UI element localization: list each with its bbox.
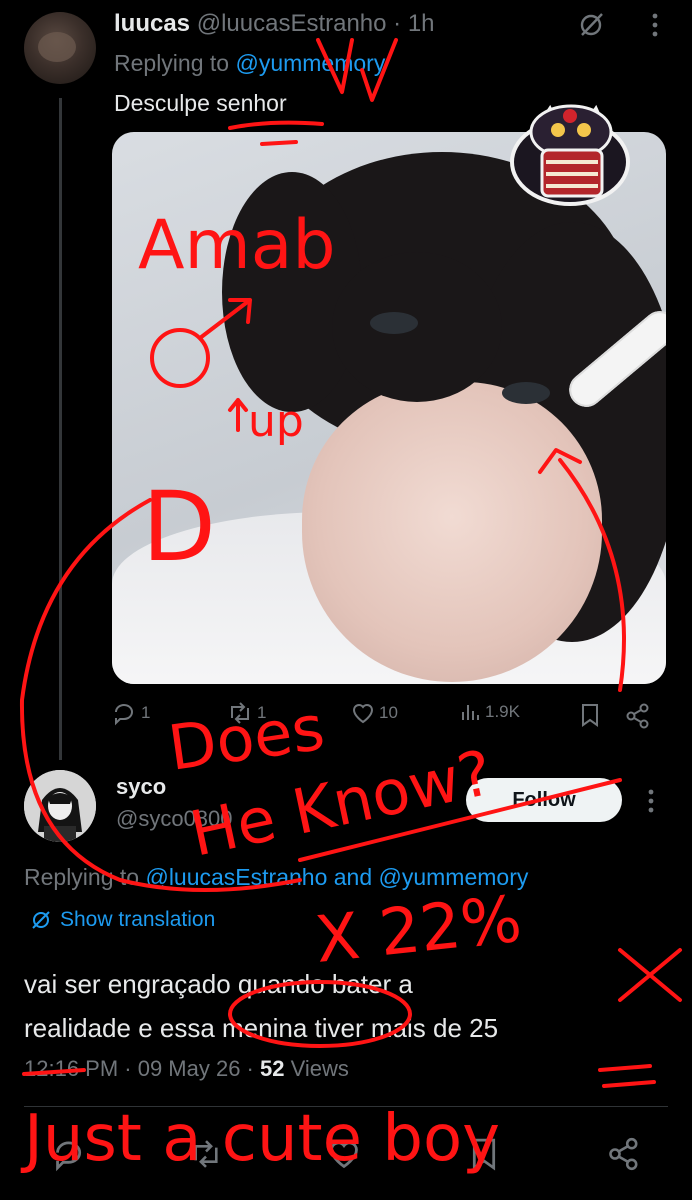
- tweet2-timestamp: 12:16 PM · 09 May 26 ·: [24, 1056, 260, 1081]
- ink-he-know: He Know?: [184, 736, 498, 871]
- like-button[interactable]: 10: [350, 700, 398, 726]
- avatar-luucas[interactable]: [24, 12, 96, 84]
- tweet1-handle[interactable]: @luucasEstranho: [197, 10, 387, 37]
- like-icon[interactable]: [326, 1136, 362, 1172]
- photo-face: [302, 382, 602, 682]
- tweet2-text-line2: realidade e essa menina tiver mais de 25: [24, 1013, 499, 1043]
- views-icon: [462, 705, 479, 720]
- replying-prefix: Replying to: [114, 50, 236, 76]
- replying-prefix: Replying to: [24, 864, 146, 890]
- grok-icon[interactable]: [576, 10, 606, 40]
- tweet2-replying-to: Replying to @luucasEstranho and @yummemo…: [24, 864, 528, 891]
- tweet1-text: Desculpe senhor: [114, 90, 287, 116]
- like-icon: [352, 704, 374, 724]
- bookmark-icon[interactable]: [466, 1136, 502, 1172]
- more-icon[interactable]: [640, 10, 670, 40]
- reply-icon: [115, 704, 133, 726]
- tweet2-actions: [24, 1136, 668, 1176]
- reply-count: 1: [141, 703, 151, 722]
- tweet2-handle[interactable]: @syco0800: [116, 806, 233, 832]
- tweet2-text: vai ser engraçado quando bater a realida…: [24, 962, 664, 1050]
- avatar-syco[interactable]: [24, 770, 96, 842]
- show-translation-link[interactable]: Show translation: [30, 908, 215, 932]
- tweet2-views-count: 52: [260, 1056, 285, 1081]
- tweet1-time: · 1h: [393, 10, 435, 37]
- bookmark-icon[interactable]: [578, 702, 602, 728]
- tweet1-photo[interactable]: [112, 132, 666, 684]
- tweet1-display-name[interactable]: luucas: [114, 10, 190, 37]
- tweet2-meta: 12:16 PM · 09 May 26 · 52 Views: [24, 1056, 349, 1082]
- photo-bangs: [332, 252, 502, 402]
- share-icon[interactable]: [606, 1136, 642, 1172]
- mention-link[interactable]: @yummemory: [235, 50, 385, 76]
- tweet1-header: luucas @luucasEstranho · 1h: [114, 10, 435, 38]
- tweet1-actions: 1 1 10 1.9K: [112, 700, 672, 736]
- tweet1-replying-to: Replying to @yummemory: [114, 50, 385, 77]
- more-icon[interactable]: [636, 786, 666, 816]
- views-count: 1.9K: [485, 702, 520, 721]
- avatar-syco-art: [24, 770, 96, 842]
- tweet2-display-name[interactable]: syco: [116, 774, 166, 800]
- follow-button[interactable]: Follow: [466, 778, 622, 822]
- translate-icon: [32, 911, 50, 929]
- retweet-button[interactable]: 1: [226, 700, 266, 726]
- divider: [24, 1106, 668, 1107]
- retweet-count: 1: [257, 703, 267, 722]
- like-count: 10: [379, 703, 398, 722]
- retweet-icon[interactable]: [188, 1136, 224, 1172]
- reply-button[interactable]: 1: [112, 700, 150, 726]
- share-icon[interactable]: [624, 702, 652, 730]
- ink-equals: [598, 1064, 656, 1088]
- photo-eye-left: [370, 312, 418, 334]
- reply-icon[interactable]: [52, 1136, 88, 1172]
- mention-links[interactable]: @luucasEstranho and @yummemory: [145, 864, 528, 890]
- tweet2-text-line1: vai ser engraçado quando bater a: [24, 969, 413, 999]
- views-button[interactable]: 1.9K: [458, 700, 520, 724]
- cupcake-cat-sticker: [510, 104, 630, 206]
- tweet2-views-label: Views: [284, 1056, 349, 1081]
- show-translation-label: Show translation: [60, 908, 216, 931]
- photo-eye-right: [502, 382, 550, 404]
- retweet-icon: [231, 702, 249, 724]
- thread-connector-line: [59, 98, 62, 760]
